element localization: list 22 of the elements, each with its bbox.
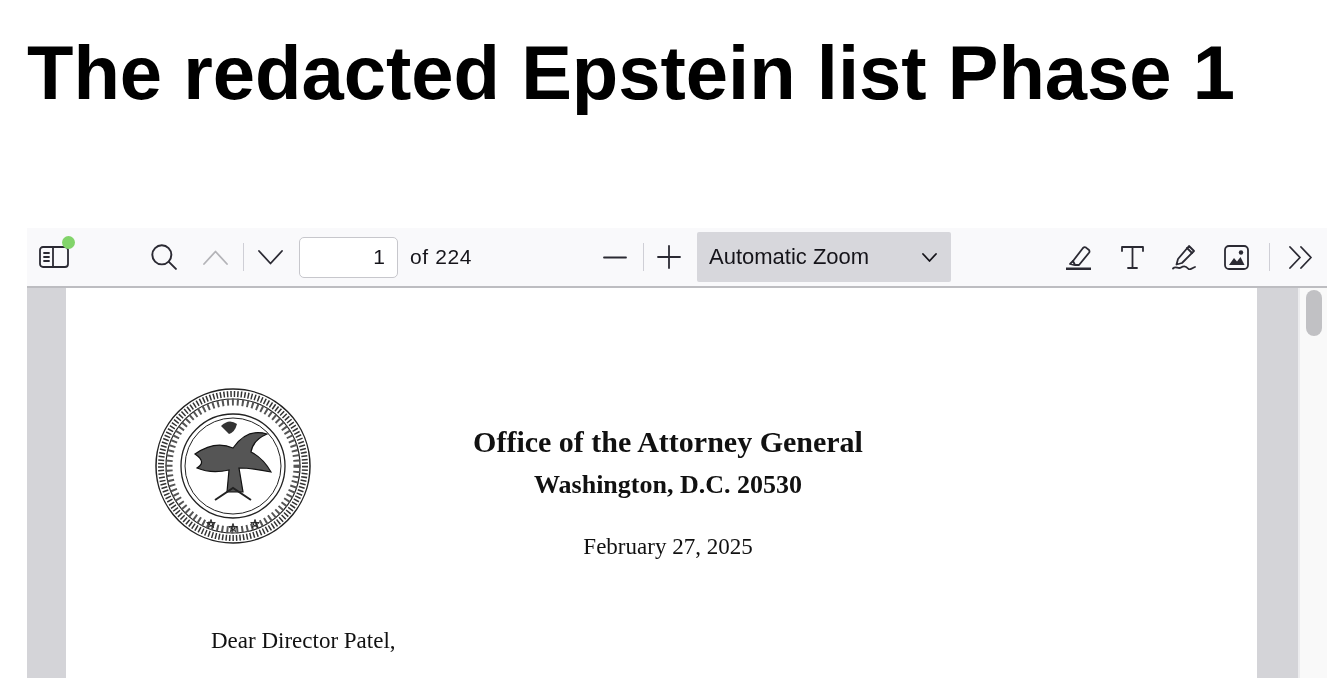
letterhead-title: Office of the Attorney General xyxy=(473,424,863,460)
scrollbar-track[interactable] xyxy=(1298,288,1327,678)
chevron-down-icon xyxy=(257,249,283,265)
page-title: The redacted Epstein list Phase 1 xyxy=(27,29,1235,117)
sidebar-icon xyxy=(39,245,69,269)
page-number-field[interactable]: 1 xyxy=(299,236,398,278)
text-icon xyxy=(1119,244,1145,270)
caret-icon xyxy=(922,252,937,262)
double-chevron-icon xyxy=(1289,245,1313,269)
minus-icon xyxy=(603,255,627,259)
scrollbar-thumb[interactable] xyxy=(1306,290,1322,336)
letter-salutation: Dear Director Patel, xyxy=(211,628,396,654)
image-icon xyxy=(1223,244,1249,270)
highlighter-icon xyxy=(1064,244,1092,270)
chevron-up-icon xyxy=(202,249,228,265)
letter-date: February 27, 2025 xyxy=(583,534,753,560)
pencil-icon xyxy=(1171,244,1197,270)
plus-icon xyxy=(657,245,681,269)
letterhead-address: Washington, D.C. 20530 xyxy=(534,470,802,500)
zoom-select[interactable]: Automatic Zoom xyxy=(697,232,951,282)
search-icon xyxy=(151,244,177,270)
page-count-text: of 224 xyxy=(410,245,472,269)
